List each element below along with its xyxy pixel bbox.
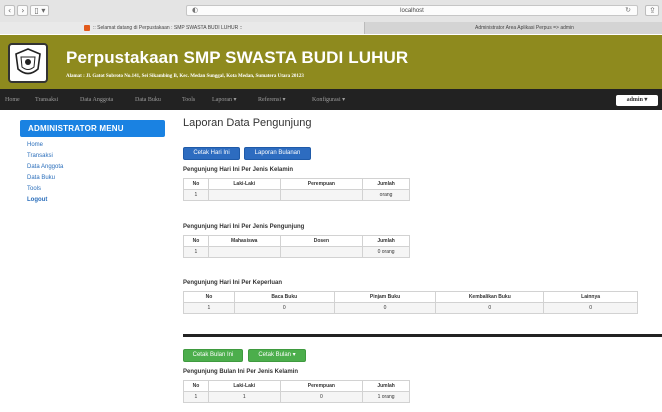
column-header: Pinjam Buku — [333, 291, 437, 303]
cetak-bulan-dropdown-button[interactable]: Cetak Bulan ▾ — [248, 349, 306, 362]
table-cell — [279, 189, 364, 201]
nav-data-buku[interactable]: Data Buku — [135, 96, 161, 104]
visitors-by-purpose-table: No Baca Buku Pinjam Buku Kembalikan Buku… — [183, 291, 638, 314]
column-header: Jumlah — [362, 235, 410, 247]
site-title: Perpustakaan SMP SWASTA BUDI LUHUR — [66, 48, 409, 67]
table-row: 1 orang — [183, 189, 410, 201]
nav-data-anggota[interactable]: Data Anggota — [80, 96, 113, 104]
sidebar: ADMINISTRATOR MENU Home Transaksi Data A… — [20, 120, 165, 206]
table-cell: 1 — [183, 302, 235, 314]
table-row: 1 1 0 1 orang — [183, 391, 410, 403]
cetak-hari-ini-button[interactable]: Cetak Hari Ini — [183, 147, 240, 160]
table-cell: 0 — [233, 302, 335, 314]
monthly-visitors-by-gender-table: No Laki-Laki Perempuan Jumlah 1 1 0 1 or… — [183, 380, 410, 403]
section-title: Pengunjung Hari Ini Per Keperluan — [183, 280, 283, 286]
school-logo-icon — [8, 43, 48, 83]
tab-title: :: Selamat datang di Perpustakaan : SMP … — [93, 25, 243, 31]
section-divider — [183, 334, 662, 337]
table-cell — [207, 246, 281, 258]
user-menu-button[interactable]: admin ▾ — [616, 95, 658, 106]
reload-icon[interactable]: ↻ — [625, 6, 631, 15]
cetak-bulan-ini-button[interactable]: Cetak Bulan Ini — [183, 349, 243, 362]
table-header-row: No Baca Buku Pinjam Buku Kembalikan Buku… — [183, 291, 638, 303]
sidebar-toggle-icon[interactable]: ▯ ▾ — [30, 5, 50, 16]
favicon-icon — [84, 25, 90, 31]
tab-title: Administrator Area Aplikasi Perpus => ad… — [475, 25, 574, 31]
column-header: Jumlah — [362, 178, 410, 190]
column-header: Laki-Laki — [207, 380, 281, 392]
table-cell: 1 orang — [362, 391, 410, 403]
table-header-row: No Laki-Laki Perempuan Jumlah — [183, 178, 410, 190]
sidebar-item-data-buku[interactable]: Data Buku — [27, 173, 165, 184]
main-navbar: Home Transaksi Data Anggota Data Buku To… — [0, 89, 662, 110]
sidebar-item-transaksi[interactable]: Transaksi — [27, 151, 165, 162]
section-title: Pengunjung Bulan Ini Per Jenis Kelamin — [183, 369, 299, 375]
table-cell — [207, 189, 281, 201]
table-cell — [279, 246, 364, 258]
nav-referensi[interactable]: Referensi ▾ — [258, 96, 286, 104]
table-cell: orang — [362, 189, 410, 201]
nav-tools[interactable]: Tools — [182, 96, 195, 104]
column-header: Laki-Laki — [207, 178, 281, 190]
nav-laporan[interactable]: Laporan ▾ — [212, 96, 237, 104]
column-header: No — [183, 178, 209, 190]
nav-konfigurasi[interactable]: Konfigurasi ▾ — [312, 96, 345, 104]
site-header: Perpustakaan SMP SWASTA BUDI LUHUR Alama… — [0, 35, 662, 89]
column-header: Perempuan — [279, 178, 364, 190]
sidebar-heading: ADMINISTRATOR MENU — [20, 120, 165, 137]
address-bar[interactable]: ◐ localhost ↻ — [186, 5, 638, 16]
forward-icon[interactable]: › — [17, 5, 29, 16]
column-header: Mahasiswa — [207, 235, 281, 247]
share-icon[interactable]: ⇪ — [645, 5, 659, 16]
sidebar-item-tools[interactable]: Tools — [27, 184, 165, 195]
table-row: 1 0 orang — [183, 246, 410, 258]
browser-nav-buttons: ‹ › ▯ ▾ — [4, 5, 50, 16]
table-cell: 0 — [543, 302, 638, 314]
nav-home[interactable]: Home — [5, 96, 20, 104]
tab-public-site[interactable]: :: Selamat datang di Perpustakaan : SMP … — [0, 22, 365, 34]
nav-transaksi[interactable]: Transaksi — [35, 96, 58, 104]
table-header-row: No Mahasiswa Dosen Jumlah — [183, 235, 410, 247]
laporan-bulanan-button[interactable]: Laporan Bulanan — [244, 147, 311, 160]
column-header: Dosen — [279, 235, 364, 247]
column-header: No — [183, 380, 209, 392]
back-icon[interactable]: ‹ — [4, 5, 16, 16]
section-title: Pengunjung Hari Ini Per Jenis Kelamin — [183, 167, 294, 173]
sidebar-menu: Home Transaksi Data Anggota Data Buku To… — [20, 137, 165, 206]
visitors-by-gender-table: No Laki-Laki Perempuan Jumlah 1 orang — [183, 178, 410, 201]
visitors-by-type-table: No Mahasiswa Dosen Jumlah 1 0 orang — [183, 235, 410, 258]
table-cell: 1 — [183, 189, 209, 201]
table-cell: 0 — [279, 391, 364, 403]
site-address: Alamat : Jl. Gatot Subroto No.141, Sei S… — [66, 74, 304, 79]
table-cell: 0 — [435, 302, 545, 314]
table-cell: 1 — [207, 391, 281, 403]
table-cell: 1 — [183, 391, 209, 403]
column-header: Baca Buku — [233, 291, 335, 303]
table-cell: 0 orang — [362, 246, 410, 258]
sidebar-item-home[interactable]: Home — [27, 140, 165, 151]
column-header: Perempuan — [279, 380, 364, 392]
column-header: Lainnya — [543, 291, 638, 303]
column-header: No — [183, 291, 235, 303]
sidebar-item-logout[interactable]: Logout — [27, 195, 165, 206]
page-title: Laporan Data Pengunjung — [183, 117, 312, 129]
table-cell: 0 — [333, 302, 437, 314]
column-header: No — [183, 235, 209, 247]
table-header-row: No Laki-Laki Perempuan Jumlah — [183, 380, 410, 392]
table-row: 1 0 0 0 0 — [183, 302, 638, 314]
section-title: Pengunjung Hari Ini Per Jenis Pengunjung — [183, 224, 305, 230]
address-url: localhost — [400, 8, 424, 14]
column-header: Jumlah — [362, 380, 410, 392]
table-cell: 1 — [183, 246, 209, 258]
column-header: Kembalikan Buku — [435, 291, 545, 303]
sidebar-item-data-anggota[interactable]: Data Anggota — [27, 162, 165, 173]
